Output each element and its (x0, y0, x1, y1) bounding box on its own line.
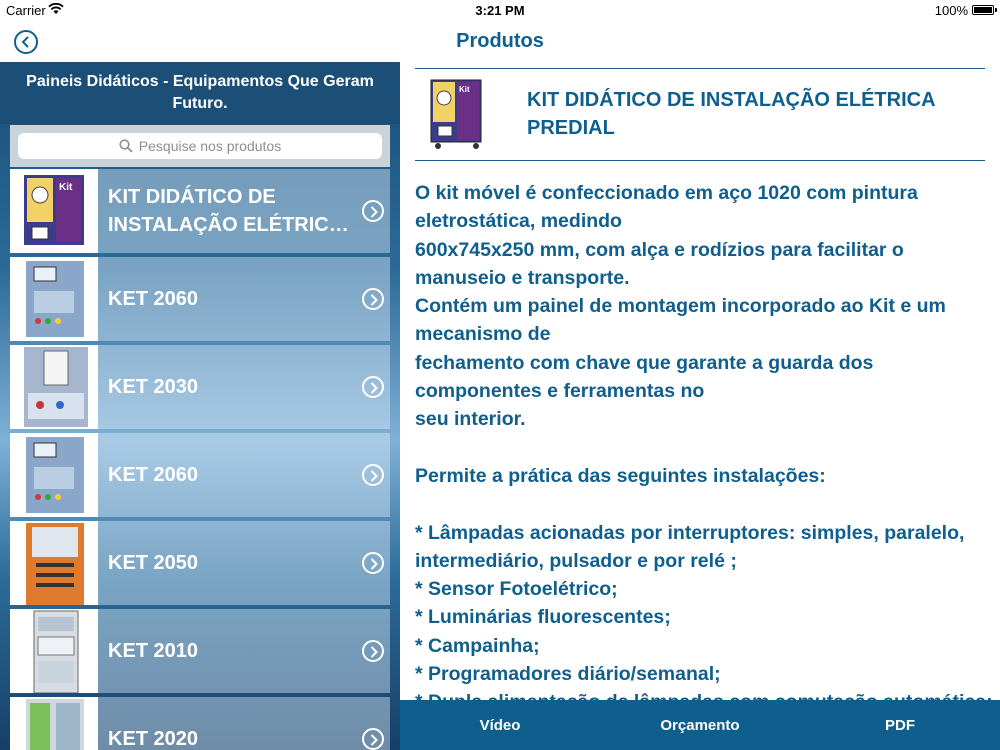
chevron-right-icon (362, 376, 384, 398)
product-list-item[interactable]: KET 2030 (10, 345, 390, 429)
orcamento-button[interactable]: Orçamento (600, 700, 800, 750)
divider (415, 68, 985, 69)
product-name: KET 2030 (108, 376, 199, 398)
chevron-right-icon (362, 464, 384, 486)
status-bar: Carrier 3:21 PM 100% (0, 0, 1000, 22)
product-thumbnail (10, 257, 98, 341)
product-name: KET 2050 (108, 552, 199, 574)
product-name: KET 2020 (108, 728, 199, 750)
product-thumbnail (10, 697, 98, 750)
product-name: KET 2060 (108, 464, 199, 486)
product-list: Kit KIT DIDÁTICO DE INSTALAÇÃO ELÉTRICA P… (10, 169, 390, 750)
product-list-panel: Paineis Didáticos - Equipamentos Que Ger… (0, 62, 400, 750)
search-bar: Pesquise nos produtos (10, 125, 390, 167)
svg-text:Kit: Kit (459, 85, 470, 94)
product-detail-panel: Kit KIT DIDÁTICO DE INSTALAÇÃO ELÉTRICA … (400, 62, 1000, 700)
product-thumbnail (10, 609, 98, 693)
chevron-right-icon (362, 200, 384, 222)
divider (415, 160, 985, 161)
search-icon (119, 139, 133, 153)
product-name: KET 2010 (108, 640, 199, 662)
video-button[interactable]: Vídeo (400, 700, 600, 750)
chevron-right-icon (362, 728, 384, 750)
navigation-bar: Produtos (0, 22, 1000, 62)
product-list-item[interactable]: Kit KIT DIDÁTICO DE INSTALAÇÃO ELÉTRICA P… (10, 169, 390, 253)
chevron-right-icon (362, 288, 384, 310)
product-name: KIT DIDÁTICO DE INSTALAÇÃO ELÉTRICA PRED… (108, 186, 343, 236)
search-input[interactable]: Pesquise nos produtos (18, 133, 382, 159)
product-thumbnail (10, 521, 98, 605)
product-list-item[interactable]: KET 2060 (10, 257, 390, 341)
product-list-item[interactable]: KET 2010 (10, 609, 390, 693)
battery-fill (974, 7, 992, 13)
product-toolbar: Vídeo Orçamento PDF (400, 700, 1000, 750)
product-thumbnail (10, 345, 98, 429)
product-name: KET 2060 (108, 288, 199, 310)
product-title: KIT DIDÁTICO DE INSTALAÇÃO ELÉTRICA PRED… (527, 89, 935, 139)
status-time: 3:21 PM (475, 3, 525, 18)
product-image: Kit (428, 76, 486, 152)
battery-icon (972, 5, 997, 15)
product-thumbnail (10, 433, 98, 517)
product-list-item[interactable]: KET 2060 (10, 433, 390, 517)
product-description: O kit móvel é confeccionado em aço 1020 … (415, 182, 993, 700)
category-header: Paineis Didáticos - Equipamentos Que Ger… (0, 62, 400, 124)
chevron-right-icon (362, 552, 384, 574)
page-title: Produtos (456, 30, 544, 52)
chevron-right-icon (362, 640, 384, 662)
product-list-item[interactable]: KET 2020 (10, 697, 390, 750)
search-placeholder: Pesquise nos produtos (138, 138, 282, 154)
svg-text:Kit: Kit (59, 182, 73, 193)
battery-percentage: 100% (934, 3, 968, 18)
product-list-item[interactable]: KET 2050 (10, 521, 390, 605)
pdf-button[interactable]: PDF (800, 700, 1000, 750)
product-thumbnail: Kit (10, 169, 98, 253)
